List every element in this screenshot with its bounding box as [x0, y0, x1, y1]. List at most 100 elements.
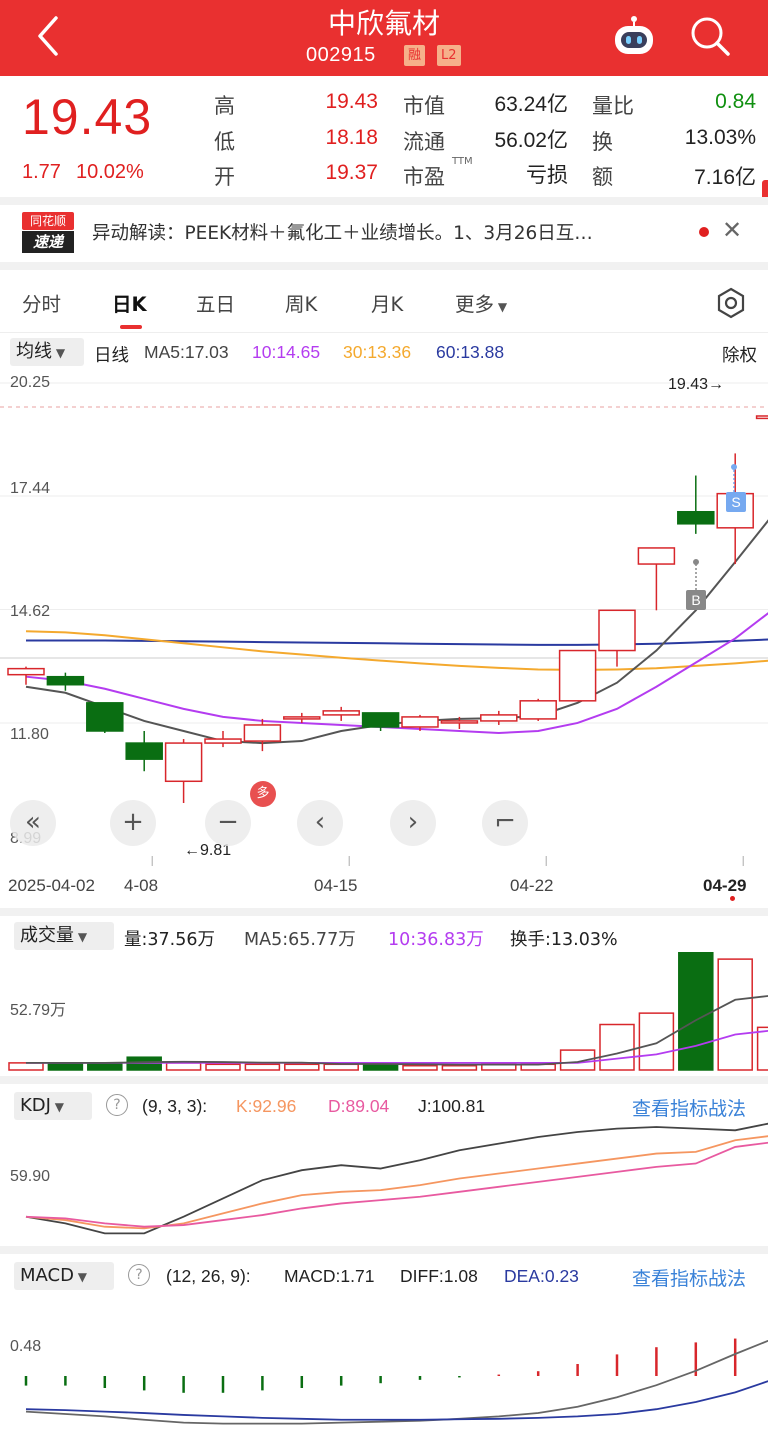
kdj-strategy-link[interactable]: 查看指标战法: [632, 1094, 746, 1121]
divider: [0, 908, 768, 916]
zoom-in-button[interactable]: +: [110, 800, 156, 846]
macd-chart[interactable]: [0, 1290, 768, 1430]
volume-ma10: 10:36.83万: [388, 930, 484, 950]
candle-body: [598, 609, 636, 652]
sell-marker[interactable]: S: [726, 492, 746, 512]
price-change: 1.77: [22, 161, 61, 183]
low-label: 低: [214, 130, 235, 154]
macd-selector-label: MACD: [20, 1265, 74, 1286]
help-icon[interactable]: ?: [106, 1094, 128, 1116]
candle-body: [204, 738, 242, 744]
candle-body: [401, 716, 439, 728]
amount-value: 7.16亿: [694, 166, 756, 189]
today-dot: [730, 896, 735, 901]
candle-body: [677, 510, 715, 525]
volume-bar: [87, 1062, 123, 1071]
macd-params: (12, 26, 9):: [166, 1266, 251, 1286]
tab-intraday[interactable]: 分时: [22, 288, 61, 317]
candle-body: [86, 702, 124, 732]
buy-dot: [693, 559, 699, 565]
unread-dot: [699, 227, 709, 237]
volume-bar: [402, 1064, 438, 1071]
stock-code: 002915: [306, 44, 376, 66]
volume-bar: [717, 958, 753, 1071]
divider: [0, 1076, 768, 1084]
macd-strategy-link[interactable]: 查看指标战法: [632, 1264, 746, 1291]
candle-body: [519, 700, 557, 720]
kdj-d-value: D:89.04: [328, 1096, 390, 1116]
pe-label: 市盈: [403, 165, 445, 189]
kdj-params: (9, 3, 3):: [142, 1096, 208, 1116]
kdj-selector[interactable]: KDJ ▼: [14, 1092, 92, 1120]
open-value: 19.37: [325, 161, 378, 184]
float-label: 流通: [403, 130, 445, 154]
volume-bar: [284, 1063, 320, 1071]
volume-axis-tick: 52.79万: [10, 1002, 67, 1019]
candle-body: [558, 649, 597, 702]
macd-value: MACD:1.71: [284, 1266, 375, 1286]
adjust-toggle[interactable]: 除权: [722, 342, 757, 367]
price-axis-tick: 14.62: [10, 603, 51, 620]
long-signal-marker[interactable]: 多: [250, 781, 276, 807]
ma-selector[interactable]: 均线 ▼: [10, 338, 84, 366]
volume-bar: [599, 1023, 635, 1071]
candle-body: [480, 714, 518, 722]
news-logo-bottom: 速递: [22, 231, 74, 253]
settings-icon[interactable]: [714, 286, 748, 320]
tab-five-day[interactable]: 五日: [196, 288, 235, 317]
scroll-far-left-button[interactable]: «: [10, 800, 56, 846]
date-axis-tick: 04-29: [703, 876, 747, 895]
volume-bar: [47, 1062, 84, 1071]
volume-ma5: MA5:65.77万: [244, 930, 356, 950]
volume-bar: [441, 1064, 478, 1071]
close-icon[interactable]: ✕: [722, 216, 742, 244]
candle-body: [322, 710, 360, 716]
candle-body: [283, 716, 321, 720]
scroll-right-button[interactable]: ›: [390, 800, 436, 846]
fullscreen-button[interactable]: ⌐: [482, 800, 528, 846]
kdj-chart[interactable]: [0, 1122, 768, 1246]
volume-bar: [205, 1063, 241, 1071]
tab-monthly-k[interactable]: 月K: [371, 288, 403, 317]
volume-bar: [244, 1063, 281, 1071]
macd-selector[interactable]: MACD ▼: [14, 1262, 114, 1290]
volume-bar: [323, 1063, 359, 1071]
volume-bar: [678, 952, 714, 1071]
volume-selector[interactable]: 成交量 ▼: [14, 922, 114, 950]
candlestick-chart[interactable]: [0, 366, 768, 866]
tab-daily-k[interactable]: 日K: [112, 288, 147, 317]
kdj-axis-tick: 59.90: [10, 1168, 51, 1185]
scroll-left-button[interactable]: ‹: [297, 800, 343, 846]
candle-body: [7, 667, 45, 676]
news-headline[interactable]: 异动解读：PEEK材料＋氟化工＋业绩增长。1、3月26日互…: [92, 219, 593, 245]
caret-down-icon: ▼: [494, 300, 508, 314]
help-icon[interactable]: ?: [128, 1264, 150, 1286]
caret-down-icon: ▼: [73, 1270, 88, 1284]
volume-bar: [756, 1026, 768, 1071]
period-label: 日线: [94, 346, 129, 366]
kdj-k-value: K:92.96: [236, 1096, 297, 1116]
high-label: 高: [214, 94, 235, 118]
tab-more[interactable]: 更多 ▼: [455, 288, 507, 317]
ai-robot-icon[interactable]: [612, 14, 656, 58]
tab-weekly-k[interactable]: 周K: [285, 288, 317, 317]
news-logo-top: 同花顺: [22, 212, 74, 230]
divider: [0, 262, 768, 270]
search-icon[interactable]: [688, 14, 732, 58]
macd-axis-tick: 0.48: [10, 1338, 42, 1355]
buy-marker[interactable]: B: [686, 590, 706, 610]
ma60-line: [26, 638, 768, 646]
kdj-selector-label: KDJ: [20, 1095, 51, 1116]
zoom-out-button[interactable]: −: [205, 800, 251, 846]
price-axis-tick: 20.25: [10, 374, 51, 391]
volume-chart[interactable]: [0, 952, 768, 1074]
candle-body: [46, 675, 85, 686]
caret-down-icon: ▼: [50, 1100, 65, 1114]
level2-tag: L2: [437, 45, 461, 66]
candle-body: [243, 724, 282, 742]
volume-selector-label: 成交量: [20, 925, 74, 946]
candle-body: [361, 712, 400, 728]
pe-ttm-superscript: TTM: [452, 156, 473, 167]
high-value: 19.43: [325, 90, 378, 113]
macd-diff-value: DIFF:1.08: [400, 1266, 478, 1286]
